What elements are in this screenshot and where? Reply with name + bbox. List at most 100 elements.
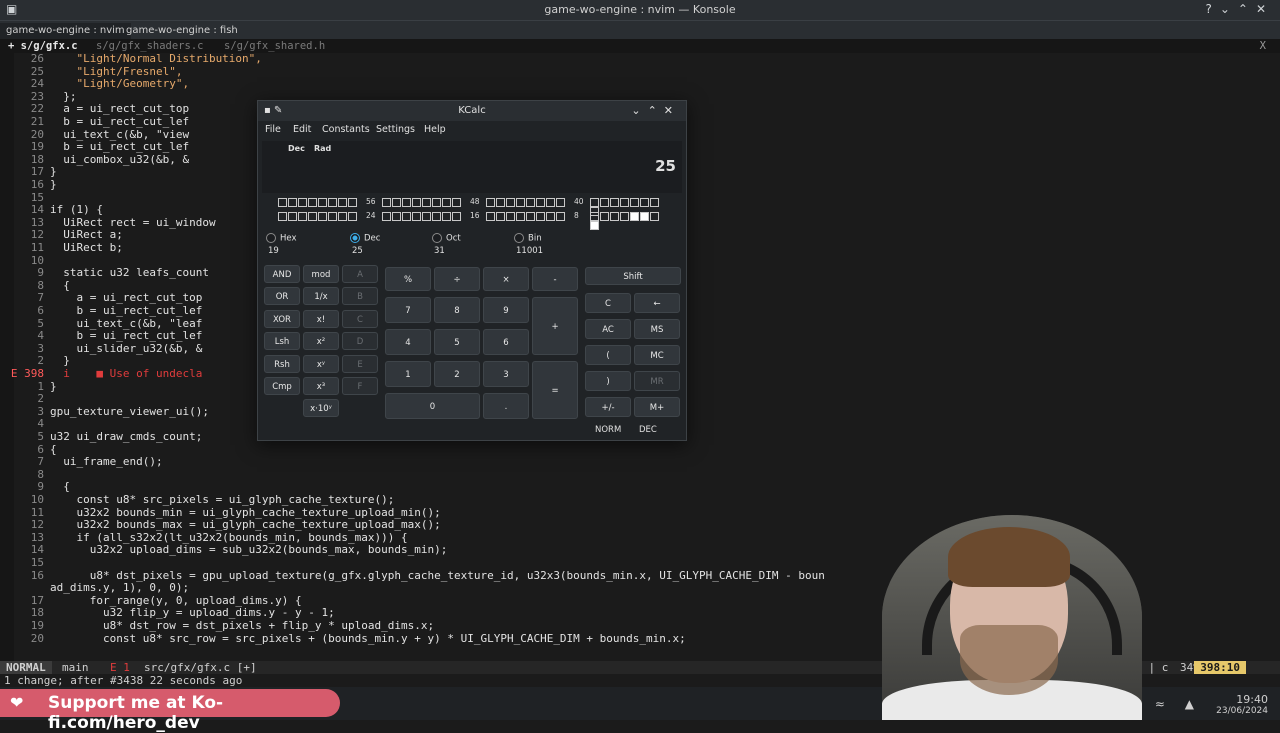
code-line[interactable]: 26 "Light/Normal Distribution", [0,53,1280,66]
bit-toggle[interactable] [610,212,619,221]
key-func-2[interactable]: x! [303,310,339,328]
pin-icon[interactable]: ▪ ✎ [264,101,282,121]
key-or[interactable]: OR [264,287,300,305]
code-line[interactable]: 25 "Light/Fresnel", [0,65,1280,79]
bit-toggle[interactable] [600,212,609,221]
key-0[interactable]: 0 [385,393,480,419]
bit-toggle[interactable] [308,212,317,221]
key-8[interactable]: 8 [434,297,480,323]
help-icon[interactable]: ? [1205,2,1219,16]
bit-toggle[interactable] [630,212,639,221]
bit-toggle[interactable] [526,212,535,221]
bit-toggle[interactable] [496,198,505,207]
menu-file[interactable]: File [265,121,281,139]
key-hex-f[interactable]: F [342,377,378,395]
bit-toggle[interactable] [348,198,357,207]
menu-settings[interactable]: Settings [376,121,415,139]
key-multiply[interactable]: × [483,267,529,291]
bit-toggle[interactable] [318,198,327,207]
bit-toggle[interactable] [516,212,525,221]
bit-toggle[interactable] [506,212,515,221]
bit-toggle[interactable] [486,212,495,221]
key-cmp[interactable]: Cmp [264,377,300,395]
key-memory-store[interactable]: MS [634,319,680,339]
bit-toggle[interactable] [412,198,421,207]
bit-toggle[interactable] [278,212,287,221]
key-equals[interactable]: = [532,361,578,419]
key-2[interactable]: 2 [434,361,480,387]
key-func-0[interactable]: mod [303,265,339,283]
bit-toggle[interactable] [392,212,401,221]
bit-toggle[interactable] [452,212,461,221]
key-exp10[interactable]: x·10ʸ [303,399,339,417]
code-line[interactable]: 7 ui_frame_end(); [0,456,1280,469]
bit-toggle[interactable] [402,212,411,221]
bit-toggle[interactable] [486,198,495,207]
key-all-clear[interactable]: AC [585,319,631,339]
bit-toggle[interactable] [630,198,639,207]
buffer-tab-gfx-shared[interactable]: s/g/gfx_shared.h [224,39,325,53]
bit-toggle[interactable] [308,198,317,207]
key-hex-d[interactable]: D [342,332,378,350]
maximize-icon[interactable]: ⌃ [648,104,664,117]
bit-toggle[interactable] [590,212,599,221]
radix-hex[interactable]: Hex 19 [266,233,297,256]
bit-toggle[interactable] [442,198,451,207]
bit-toggle[interactable] [288,198,297,207]
close-buffer-icon[interactable]: X [1260,39,1266,53]
bit-toggle[interactable] [506,198,515,207]
key-and[interactable]: AND [264,265,300,283]
bit-toggle[interactable] [432,198,441,207]
code-line[interactable]: 8 [0,468,1280,482]
key-7[interactable]: 7 [385,297,431,323]
bit-toggle[interactable] [288,212,297,221]
bit-toggle[interactable] [600,198,609,207]
bit-toggle[interactable] [278,198,287,207]
buffer-tab-gfx-c[interactable]: + s/g/gfx.c [8,39,78,53]
minimize-icon[interactable]: ⌄ [631,104,647,117]
radix-bin[interactable]: Bin 11001 [514,233,543,256]
bit-toggle[interactable] [382,198,391,207]
key-hex-e[interactable]: E [342,355,378,373]
key-hex-b[interactable]: B [342,287,378,305]
radio-icon[interactable] [432,233,442,243]
key-lsh[interactable]: Lsh [264,332,300,350]
key-add[interactable]: + [532,297,578,355]
radix-dec[interactable]: Dec 25 [350,233,380,256]
bit-toggle[interactable] [422,198,431,207]
bit-toggle[interactable] [536,198,545,207]
key-6[interactable]: 6 [483,329,529,355]
bit-toggle[interactable] [338,198,347,207]
bit-toggle[interactable] [348,212,357,221]
bit-toggle[interactable] [536,212,545,221]
konsole-tab-fish[interactable]: game-wo-engine : fish [120,23,244,39]
bit-toggle[interactable] [298,198,307,207]
key-decimal[interactable]: . [483,393,529,419]
code-line[interactable]: 24 "Light/Geometry", [0,78,1280,91]
bit-toggle[interactable] [496,212,505,221]
key-5[interactable]: 5 [434,329,480,355]
radio-icon[interactable] [266,233,276,243]
bit-toggle[interactable] [452,198,461,207]
calc-display[interactable]: Dec Rad 25 [262,141,682,193]
key-func-5[interactable]: x³ [303,377,339,395]
key-divide[interactable]: ÷ [434,267,480,291]
key-memory-add[interactable]: M+ [634,397,680,417]
bit-toggle[interactable] [546,198,555,207]
minimize-icon[interactable]: ⌄ [1220,2,1238,16]
bit-toggle[interactable] [526,198,535,207]
bit-toggle[interactable] [328,198,337,207]
key-memory-clear[interactable]: MC [634,345,680,365]
key-shift[interactable]: Shift [585,267,681,285]
code-line[interactable]: 10 const u8* src_pixels = ui_glyph_cache… [0,493,1280,507]
bit-toggle[interactable] [650,212,659,221]
key-open-paren[interactable]: ( [585,345,631,365]
radio-icon[interactable] [350,233,360,243]
bit-toggle[interactable] [590,221,599,230]
radio-icon[interactable] [514,233,524,243]
buffer-tab-gfx-shaders[interactable]: s/g/gfx_shaders.c [96,39,203,53]
bit-toggle[interactable] [556,198,565,207]
maximize-icon[interactable]: ⌃ [1238,2,1256,16]
key-xor[interactable]: XOR [264,310,300,328]
clock[interactable]: 19:40 23/06/2024 [1216,693,1268,716]
